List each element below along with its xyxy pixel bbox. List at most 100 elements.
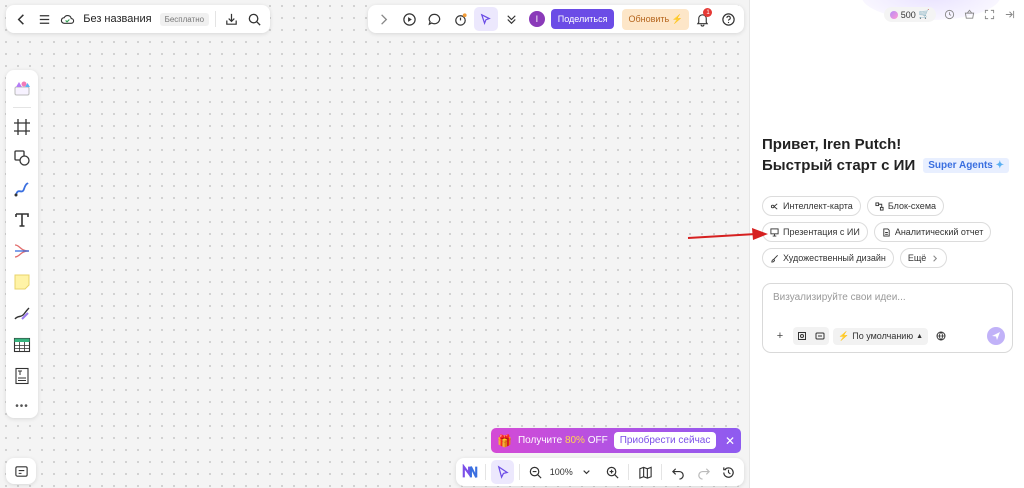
prompt-tools: + ⚡ По умолчанию ▲ [771,327,950,345]
quick-actions-row-3: Художественный дизайн Ещё [762,248,948,268]
bottom-toolbar: 100% [456,458,744,486]
undo-icon[interactable] [667,460,689,484]
pen-curve-icon[interactable] [9,178,35,201]
play-icon[interactable] [398,7,422,31]
select-cursor-icon[interactable] [491,460,514,484]
notification-count-badge: 1 [703,8,713,17]
chip-flowchart[interactable]: Блок-схема [866,196,945,216]
frame-icon[interactable] [9,116,35,139]
chip-label: Интеллект-карта [783,201,853,211]
chip-more[interactable]: Ещё [899,248,948,268]
text-icon[interactable] [9,209,35,232]
expand-icon[interactable] [982,8,996,22]
promo-discount: 80% [564,435,585,446]
map-icon[interactable] [634,460,656,484]
send-button[interactable] [987,327,1005,345]
chip-mindmap[interactable]: Интеллект-карта [762,196,861,216]
whiteboard-canvas[interactable] [0,0,750,488]
upgrade-label: Обновить [628,13,670,24]
chip-ai-presentation[interactable]: Презентация с ИИ [762,222,868,242]
chevron-right-icon[interactable] [372,7,396,31]
divider [518,464,520,480]
annotation-arrow [687,228,768,240]
mode-label: По умолчанию [852,331,914,341]
minimap-icon[interactable] [9,459,33,483]
upgrade-button[interactable]: Обновить ⚡ [622,8,689,30]
divider [13,107,31,108]
comment-icon[interactable] [423,7,447,31]
prompt-input[interactable] [773,292,993,303]
chevron-down-icon[interactable] [576,460,598,484]
help-icon[interactable] [716,7,740,31]
back-icon[interactable] [12,7,31,31]
top-center-toolbar: I Поделиться Обновить ⚡ 1 [368,5,744,33]
zoom-in-icon[interactable] [601,460,623,484]
buy-now-button[interactable]: Приобрести сейчас [613,432,717,449]
collapse-panel-icon[interactable] [1002,8,1016,22]
shapes-icon[interactable] [9,147,35,170]
quick-actions-row-2: Презентация с ИИ Аналитический отчет [762,222,992,242]
promo-text: Получите 80% OFF [518,435,608,446]
add-attachment-icon[interactable]: + [771,327,789,345]
chip-label: Ещё [907,253,927,263]
download-icon[interactable] [222,7,241,31]
connector-icon[interactable] [9,240,35,263]
caret-up-icon: ▲ [916,332,924,340]
user-avatar[interactable]: I [529,11,545,27]
greeting-title: Привет, Iren Putch! [762,136,902,153]
cursor-share-icon[interactable] [474,7,498,31]
credits-icon [889,10,898,19]
select-frame-icon[interactable] [793,327,811,345]
share-button[interactable]: Поделиться [550,9,615,29]
model-mode-select[interactable]: ⚡ По умолчанию ▲ [833,327,929,345]
text-document-icon[interactable] [9,364,35,387]
ai-assistant-panel: 500 🛒 Привет, Iren Putch! Быстрый старт … [751,0,1024,488]
prompt-box: + ⚡ По умолчанию ▲ [762,283,1013,353]
search-icon[interactable] [245,7,264,31]
close-icon[interactable]: ✕ [725,434,735,448]
cart-icon: 🛒 [918,9,930,19]
zoom-out-icon[interactable] [524,460,546,484]
globe-icon[interactable] [932,327,950,345]
promo-banner: 🎁 Получите 80% OFF Приобрести сейчас ✕ [491,428,741,453]
zoom-level[interactable]: 100% [550,467,573,477]
super-agents-badge[interactable]: Super Agents ✦ [923,158,1010,173]
timer-icon[interactable] [449,7,473,31]
brush-icon [771,254,778,263]
promo-suffix: OFF [587,435,608,446]
sticky-note-icon[interactable] [9,271,35,294]
templates-icon[interactable] [9,76,35,99]
chip-label: Презентация с ИИ [783,227,860,237]
quick-start-heading: Быстрый старт с ИИ Super Agents ✦ [762,157,1010,174]
clock-history-icon[interactable] [942,8,956,22]
chevron-right-icon [933,254,938,262]
plan-badge: Бесплатно [159,12,210,26]
document-title[interactable]: Без названия [83,13,151,25]
menu-icon[interactable] [35,7,54,31]
more-tools-icon[interactable]: ••• [9,395,35,418]
redo-icon[interactable] [693,460,715,484]
notifications-bell-icon[interactable]: 1 [691,7,715,31]
card-icon[interactable] [811,327,829,345]
quick-start-text: Быстрый старт с ИИ [762,157,916,174]
table-icon[interactable] [9,333,35,356]
ai-logo-icon[interactable] [460,461,480,483]
send-icon [992,332,1000,340]
left-tools-toolbar: ••• [6,70,38,418]
divider [485,464,487,480]
bottom-left-toolbar [6,458,36,484]
chip-analytic-report[interactable]: Аналитический отчет [873,222,992,242]
marker-icon[interactable] [9,302,35,325]
panel-header: 500 🛒 [883,7,1016,22]
lightning-icon: ⚡ [671,13,683,24]
chip-art-design[interactable]: Художественный дизайн [762,248,894,268]
divider [215,11,216,27]
prompt-mode-toggle [793,327,829,345]
presentation-icon [770,227,779,237]
basket-icon[interactable] [962,8,976,22]
credits-value: 500 [900,9,916,20]
sparkle-icon: ✦ [995,160,1005,171]
credits-counter[interactable]: 500 🛒 [883,7,936,22]
history-icon[interactable] [718,460,740,484]
double-chevron-down-icon[interactable] [500,7,524,31]
